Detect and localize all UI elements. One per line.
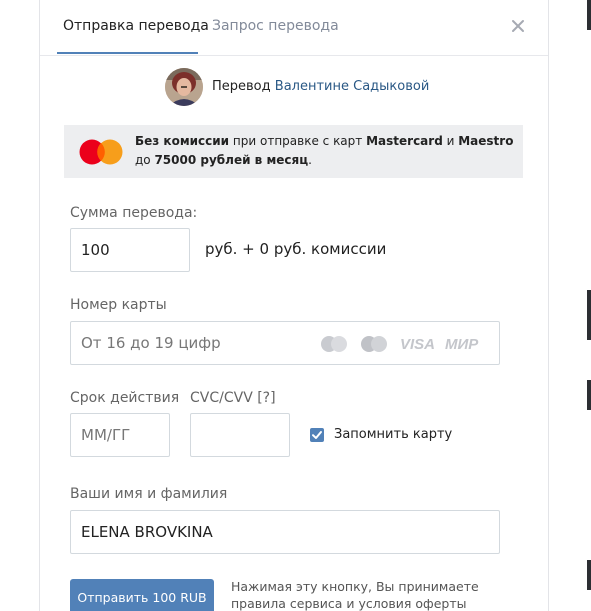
cvc-input[interactable] xyxy=(190,413,290,457)
recipient-name-link[interactable]: Валентине Садыковой xyxy=(275,79,430,94)
promo-banner: Без комиссии при отправке с карт Masterc… xyxy=(64,125,523,178)
visa-icon: VISA xyxy=(400,336,435,353)
mastercard-grey-icon xyxy=(321,336,347,352)
mastercard-logo-icon xyxy=(79,139,123,165)
amount-input[interactable]: 100 xyxy=(70,228,190,272)
active-tab-indicator xyxy=(57,52,198,54)
backdrop-stripe xyxy=(587,290,591,340)
payment-systems-logos: VISA МИР xyxy=(321,336,479,353)
recipient-avatar[interactable] xyxy=(165,68,203,106)
remember-card-label[interactable]: Запомнить карту xyxy=(334,427,452,442)
promo-text: Без комиссии при отправке с карт Masterc… xyxy=(135,134,514,167)
close-button[interactable] xyxy=(506,14,530,38)
holder-name-value: ELENA BROVKINA xyxy=(81,523,213,541)
commission-text: руб. + 0 руб. комиссии xyxy=(205,240,387,258)
expiry-input[interactable]: ММ/ГГ xyxy=(70,413,170,457)
remember-card-checkbox[interactable] xyxy=(310,428,324,442)
holder-name-input[interactable]: ELENA BROVKINA xyxy=(70,510,500,554)
backdrop-stripe xyxy=(587,380,591,410)
tab-send-transfer[interactable]: Отправка перевода xyxy=(63,18,209,34)
mir-icon: МИР xyxy=(445,336,479,353)
page-backdrop xyxy=(548,0,591,611)
cvc-label[interactable]: CVC/CVV [?] xyxy=(190,390,276,406)
recipient-prefix: Перевод xyxy=(212,79,271,94)
close-icon xyxy=(512,20,524,32)
holder-name-label: Ваши имя и фамилия xyxy=(70,486,228,502)
card-number-label: Номер карты xyxy=(70,297,167,313)
terms-text: Нажимая эту кнопку, Вы принимаете правил… xyxy=(231,578,531,611)
terms-line-2[interactable]: правила сервиса и условия оферты xyxy=(231,595,531,611)
backdrop-stripe xyxy=(587,560,591,590)
tab-request-transfer[interactable]: Запрос перевода xyxy=(212,18,339,34)
send-transfer-button-label: Отправить 100 RUB xyxy=(77,589,207,605)
amount-value: 100 xyxy=(81,241,110,259)
maestro-grey-icon xyxy=(361,336,387,352)
backdrop-stripe xyxy=(587,0,591,30)
amount-label: Сумма перевода: xyxy=(70,205,198,221)
tab-bar: Отправка перевода Запрос перевода xyxy=(40,0,548,56)
money-transfer-modal: Отправка перевода Запрос перевода Перево… xyxy=(40,0,548,611)
card-number-placeholder: От 16 до 19 цифр xyxy=(81,334,221,352)
expiry-placeholder: ММ/ГГ xyxy=(81,426,131,444)
expiry-label: Срок действия xyxy=(70,390,180,406)
send-transfer-button[interactable]: Отправить 100 RUB xyxy=(70,579,214,611)
recipient-line: Перевод Валентине Садыковой xyxy=(212,79,429,94)
terms-line-1: Нажимая эту кнопку, Вы принимаете xyxy=(231,579,479,594)
checkmark-icon xyxy=(312,431,322,439)
